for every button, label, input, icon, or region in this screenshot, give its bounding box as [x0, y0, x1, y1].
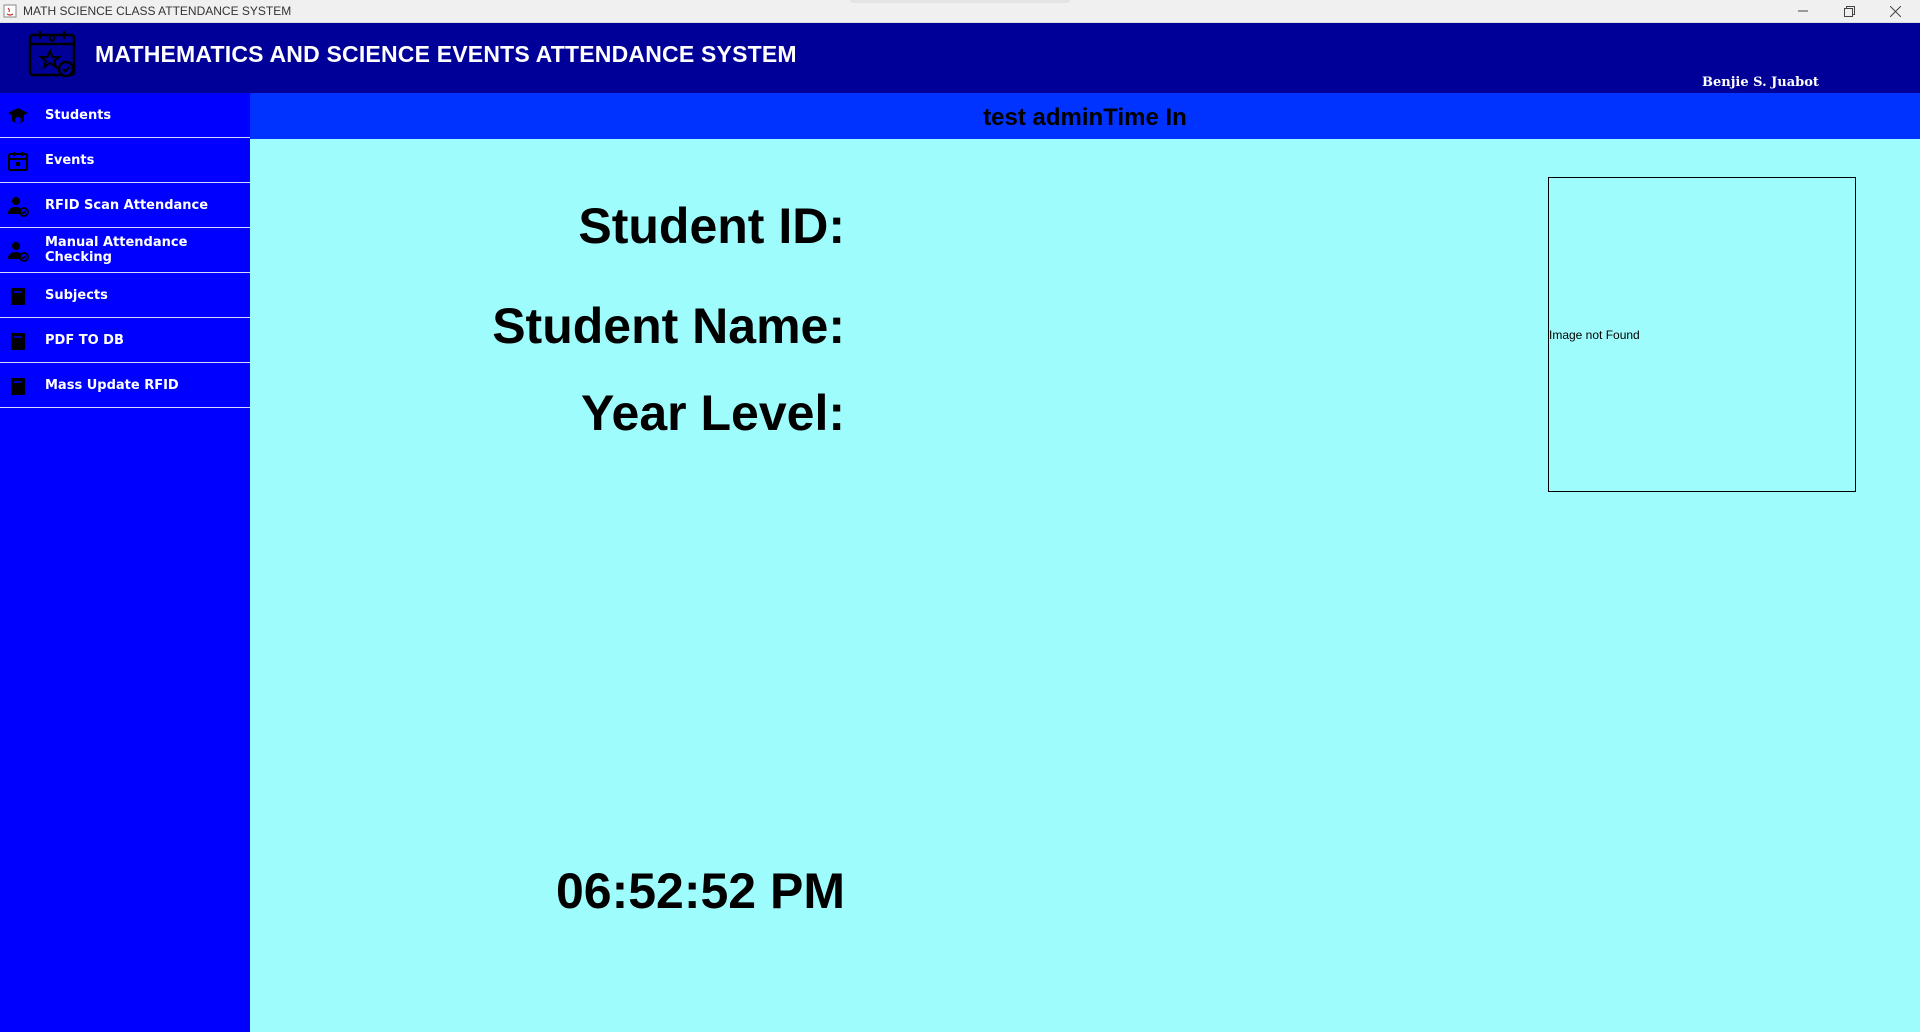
- book-icon: [11, 378, 25, 395]
- restore-button[interactable]: [1826, 0, 1872, 22]
- sidebar-item-label: Students: [45, 107, 112, 123]
- sidebar-item-rfid-scan[interactable]: RFID Scan Attendance: [0, 183, 250, 228]
- graduation-cap-icon: [8, 108, 28, 123]
- close-button[interactable]: [1872, 0, 1918, 22]
- sidebar-item-label: Events: [45, 152, 95, 168]
- banner-title: test adminTime In: [983, 104, 1187, 131]
- year-level-label: Year Level:: [580, 385, 845, 441]
- window-titlebar: MATH SCIENCE CLASS ATTENDANCE SYSTEM: [0, 0, 1920, 23]
- window-title: MATH SCIENCE CLASS ATTENDANCE SYSTEM: [23, 4, 292, 18]
- sidebar-item-subjects[interactable]: Subjects: [0, 273, 250, 318]
- student-photo: Image not Found: [1548, 177, 1856, 492]
- sidebar-item-students[interactable]: Students: [0, 93, 250, 138]
- book-icon: [11, 333, 25, 350]
- system-title: MATHEMATICS AND SCIENCE EVENTS ATTENDANC…: [95, 41, 797, 67]
- restore-icon: [1843, 5, 1855, 17]
- sidebar-item-pdf-to-db[interactable]: PDF TO DB: [0, 318, 250, 363]
- user-check-icon: [8, 197, 29, 217]
- sidebar-item-events[interactable]: Events: [0, 138, 250, 183]
- calendar-icon: [8, 152, 28, 171]
- app-header: MATHEMATICS AND SCIENCE EVENTS ATTENDANC…: [0, 23, 1920, 93]
- minimize-button[interactable]: [1780, 0, 1826, 22]
- book-icon: [11, 288, 25, 305]
- user-check-icon: [8, 242, 29, 262]
- drag-indicator: [850, 0, 1070, 3]
- sidebar-item-label: PDF TO DB: [45, 332, 124, 348]
- student-id-label: Student ID:: [578, 198, 845, 254]
- attendance-panel: Student ID: Student Name: Year Level: Im…: [250, 139, 1920, 1032]
- photo-placeholder-text: Image not Found: [1549, 328, 1640, 342]
- sidebar-item-label: RFID Scan Attendance: [45, 197, 209, 213]
- clock-display: 06:52:52 PM: [555, 863, 845, 919]
- time-in-banner: test adminTime In: [250, 93, 1920, 139]
- minimize-icon: [1798, 10, 1808, 12]
- sidebar-item-label: Subjects: [45, 287, 108, 303]
- calendar-star-logo-icon: [28, 31, 76, 78]
- sidebar-item-manual-attendance[interactable]: Manual Attendance Checking: [0, 228, 250, 273]
- java-app-icon: [3, 4, 17, 18]
- student-name-label: Student Name:: [492, 298, 845, 354]
- sidebar-item-label: Mass Update RFID: [45, 377, 179, 393]
- sidebar: Students Events RFID Scan Attendance Man…: [0, 93, 250, 1032]
- sidebar-item-mass-update-rfid[interactable]: Mass Update RFID: [0, 363, 250, 408]
- logged-in-user: Benjie S. Juabot: [1702, 75, 1819, 90]
- close-icon: [1889, 5, 1901, 17]
- sidebar-item-label: Manual Attendance Checking: [45, 235, 188, 265]
